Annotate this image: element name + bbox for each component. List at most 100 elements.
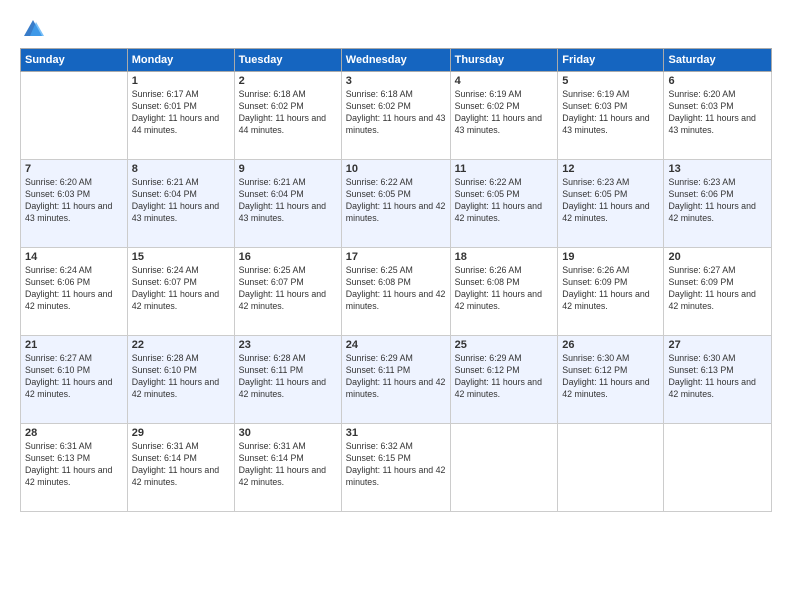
day-number: 15	[132, 251, 230, 263]
calendar-cell	[664, 424, 772, 512]
day-info: Sunrise: 6:26 AMSunset: 6:09 PMDaylight:…	[562, 265, 659, 313]
calendar-cell: 30 Sunrise: 6:31 AMSunset: 6:14 PMDayligh…	[234, 424, 341, 512]
calendar-cell: 13 Sunrise: 6:23 AMSunset: 6:06 PMDayligh…	[664, 160, 772, 248]
day-info: Sunrise: 6:19 AMSunset: 6:03 PMDaylight:…	[562, 89, 659, 137]
day-number: 7	[25, 163, 123, 175]
calendar-cell: 23Sunrise: 6:28 AMSunset: 6:11 PMDayligh…	[234, 336, 341, 424]
day-number: 21	[25, 339, 123, 351]
day-number: 29	[132, 427, 230, 439]
calendar-cell: 10 Sunrise: 6:22 AMSunset: 6:05 PMDayligh…	[341, 160, 450, 248]
day-number: 12	[562, 163, 659, 175]
logo-icon	[22, 18, 44, 40]
calendar-cell: 29 Sunrise: 6:31 AMSunset: 6:14 PMDayligh…	[127, 424, 234, 512]
calendar-cell: 22 Sunrise: 6:28 AMSunset: 6:10 PMDayligh…	[127, 336, 234, 424]
calendar-cell: 19Sunrise: 6:26 AMSunset: 6:09 PMDayligh…	[558, 248, 664, 336]
logo	[20, 18, 44, 38]
calendar-header-tuesday: Tuesday	[234, 49, 341, 72]
day-info: Sunrise: 6:17 AMSunset: 6:01 PMDaylight:…	[132, 89, 230, 137]
day-info: Sunrise: 6:28 AMSunset: 6:10 PMDaylight:…	[132, 353, 230, 401]
day-number: 11	[455, 163, 554, 175]
day-info: Sunrise: 6:23 AMSunset: 6:05 PMDaylight:…	[562, 177, 659, 225]
day-info: Sunrise: 6:32 AMSunset: 6:15 PMDaylight:…	[346, 441, 446, 489]
day-number: 10	[346, 163, 446, 175]
calendar-header-friday: Friday	[558, 49, 664, 72]
day-info: Sunrise: 6:24 AMSunset: 6:07 PMDaylight:…	[132, 265, 230, 313]
calendar-cell: 14 Sunrise: 6:24 AMSunset: 6:06 PMDayligh…	[21, 248, 128, 336]
calendar-cell: 20Sunrise: 6:27 AMSunset: 6:09 PMDayligh…	[664, 248, 772, 336]
day-info: Sunrise: 6:18 AMSunset: 6:02 PMDaylight:…	[239, 89, 337, 137]
day-info: Sunrise: 6:20 AMSunset: 6:03 PMDaylight:…	[25, 177, 123, 225]
day-info: Sunrise: 6:19 AMSunset: 6:02 PMDaylight:…	[455, 89, 554, 137]
calendar-cell: 21 Sunrise: 6:27 AMSunset: 6:10 PMDayligh…	[21, 336, 128, 424]
day-number: 31	[346, 427, 446, 439]
calendar-cell: 3 Sunrise: 6:18 AMSunset: 6:02 PMDaylight…	[341, 72, 450, 160]
calendar-cell: 2Sunrise: 6:18 AMSunset: 6:02 PMDaylight…	[234, 72, 341, 160]
calendar-header-monday: Monday	[127, 49, 234, 72]
day-number: 25	[455, 339, 554, 351]
calendar-week-2: 7 Sunrise: 6:20 AMSunset: 6:03 PMDaylight…	[21, 160, 772, 248]
calendar-cell	[558, 424, 664, 512]
day-info: Sunrise: 6:22 AMSunset: 6:05 PMDaylight:…	[346, 177, 446, 225]
day-number: 27	[668, 339, 767, 351]
calendar-cell: 16 Sunrise: 6:25 AMSunset: 6:07 PMDayligh…	[234, 248, 341, 336]
calendar-cell: 1Sunrise: 6:17 AMSunset: 6:01 PMDaylight…	[127, 72, 234, 160]
calendar-cell: 4 Sunrise: 6:19 AMSunset: 6:02 PMDaylight…	[450, 72, 558, 160]
calendar-cell: 28Sunrise: 6:31 AMSunset: 6:13 PMDayligh…	[21, 424, 128, 512]
day-number: 22	[132, 339, 230, 351]
calendar-week-4: 21 Sunrise: 6:27 AMSunset: 6:10 PMDayligh…	[21, 336, 772, 424]
calendar-cell: 9 Sunrise: 6:21 AMSunset: 6:04 PMDaylight…	[234, 160, 341, 248]
calendar-cell: 27 Sunrise: 6:30 AMSunset: 6:13 PMDayligh…	[664, 336, 772, 424]
day-info: Sunrise: 6:21 AMSunset: 6:04 PMDaylight:…	[239, 177, 337, 225]
day-number: 28	[25, 427, 123, 439]
day-number: 13	[668, 163, 767, 175]
day-info: Sunrise: 6:27 AMSunset: 6:10 PMDaylight:…	[25, 353, 123, 401]
day-number: 18	[455, 251, 554, 263]
day-info: Sunrise: 6:28 AMSunset: 6:11 PMDaylight:…	[239, 353, 337, 401]
calendar-week-3: 14 Sunrise: 6:24 AMSunset: 6:06 PMDayligh…	[21, 248, 772, 336]
calendar-header-wednesday: Wednesday	[341, 49, 450, 72]
day-info: Sunrise: 6:31 AMSunset: 6:14 PMDaylight:…	[132, 441, 230, 489]
calendar-cell: 6 Sunrise: 6:20 AMSunset: 6:03 PMDaylight…	[664, 72, 772, 160]
day-info: Sunrise: 6:30 AMSunset: 6:13 PMDaylight:…	[668, 353, 767, 401]
day-info: Sunrise: 6:31 AMSunset: 6:14 PMDaylight:…	[239, 441, 337, 489]
day-info: Sunrise: 6:29 AMSunset: 6:12 PMDaylight:…	[455, 353, 554, 401]
page: SundayMondayTuesdayWednesdayThursdayFrid…	[0, 0, 792, 612]
day-number: 16	[239, 251, 337, 263]
calendar-cell: 7 Sunrise: 6:20 AMSunset: 6:03 PMDaylight…	[21, 160, 128, 248]
day-number: 14	[25, 251, 123, 263]
day-info: Sunrise: 6:26 AMSunset: 6:08 PMDaylight:…	[455, 265, 554, 313]
calendar-cell: 12 Sunrise: 6:23 AMSunset: 6:05 PMDayligh…	[558, 160, 664, 248]
calendar-header-saturday: Saturday	[664, 49, 772, 72]
day-number: 20	[668, 251, 767, 263]
day-info: Sunrise: 6:29 AMSunset: 6:11 PMDaylight:…	[346, 353, 446, 401]
day-info: Sunrise: 6:18 AMSunset: 6:02 PMDaylight:…	[346, 89, 446, 137]
day-info: Sunrise: 6:23 AMSunset: 6:06 PMDaylight:…	[668, 177, 767, 225]
day-number: 6	[668, 75, 767, 87]
calendar-cell: 11 Sunrise: 6:22 AMSunset: 6:05 PMDayligh…	[450, 160, 558, 248]
calendar-cell: 5Sunrise: 6:19 AMSunset: 6:03 PMDaylight…	[558, 72, 664, 160]
day-info: Sunrise: 6:20 AMSunset: 6:03 PMDaylight:…	[668, 89, 767, 137]
day-number: 9	[239, 163, 337, 175]
calendar-cell: 18 Sunrise: 6:26 AMSunset: 6:08 PMDayligh…	[450, 248, 558, 336]
day-number: 4	[455, 75, 554, 87]
calendar-week-5: 28Sunrise: 6:31 AMSunset: 6:13 PMDayligh…	[21, 424, 772, 512]
calendar-cell: 26Sunrise: 6:30 AMSunset: 6:12 PMDayligh…	[558, 336, 664, 424]
day-number: 3	[346, 75, 446, 87]
calendar-cell: 24Sunrise: 6:29 AMSunset: 6:11 PMDayligh…	[341, 336, 450, 424]
calendar-cell: 15 Sunrise: 6:24 AMSunset: 6:07 PMDayligh…	[127, 248, 234, 336]
calendar-cell: 31 Sunrise: 6:32 AMSunset: 6:15 PMDayligh…	[341, 424, 450, 512]
day-info: Sunrise: 6:21 AMSunset: 6:04 PMDaylight:…	[132, 177, 230, 225]
day-number: 8	[132, 163, 230, 175]
day-number: 17	[346, 251, 446, 263]
day-info: Sunrise: 6:25 AMSunset: 6:07 PMDaylight:…	[239, 265, 337, 313]
calendar-header-thursday: Thursday	[450, 49, 558, 72]
calendar-cell: 8 Sunrise: 6:21 AMSunset: 6:04 PMDaylight…	[127, 160, 234, 248]
header	[20, 18, 772, 38]
calendar-header-sunday: Sunday	[21, 49, 128, 72]
calendar-cell: 17Sunrise: 6:25 AMSunset: 6:08 PMDayligh…	[341, 248, 450, 336]
day-number: 30	[239, 427, 337, 439]
day-info: Sunrise: 6:24 AMSunset: 6:06 PMDaylight:…	[25, 265, 123, 313]
day-info: Sunrise: 6:30 AMSunset: 6:12 PMDaylight:…	[562, 353, 659, 401]
calendar-table: SundayMondayTuesdayWednesdayThursdayFrid…	[20, 48, 772, 512]
day-info: Sunrise: 6:22 AMSunset: 6:05 PMDaylight:…	[455, 177, 554, 225]
